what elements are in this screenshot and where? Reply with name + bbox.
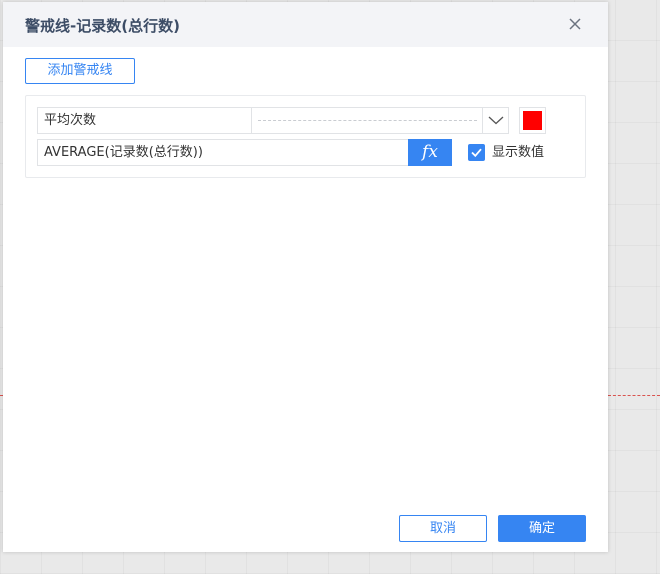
ok-button[interactable]: 确定: [498, 515, 586, 542]
warning-line-name-input[interactable]: 平均次数: [37, 107, 254, 134]
dialog-title: 警戒线-记录数(总行数): [25, 17, 180, 35]
checkmark-icon: [471, 148, 482, 158]
color-chip: [523, 111, 542, 130]
show-value-label[interactable]: 显示数值: [492, 144, 544, 161]
close-icon: [569, 18, 581, 30]
dialog-header: 警戒线-记录数(总行数): [3, 2, 608, 47]
chevron-down-icon: [488, 116, 504, 125]
line-color-picker[interactable]: [519, 107, 546, 134]
close-button[interactable]: [565, 14, 585, 34]
cancel-button[interactable]: 取消: [399, 515, 487, 542]
add-warning-line-button[interactable]: 添加警戒线: [25, 58, 135, 84]
background-warning-line: [608, 395, 660, 396]
line-style-dropdown-toggle[interactable]: [482, 107, 509, 134]
line-style-select[interactable]: [251, 107, 484, 134]
formula-editor-button[interactable]: fx: [408, 139, 452, 166]
show-value-checkbox[interactable]: [468, 144, 485, 161]
formula-input[interactable]: AVERAGE(记录数(总行数)): [37, 139, 409, 166]
warning-line-item: 平均次数 AVERAGE(记录数(总行数)) fx 显示数值: [25, 95, 586, 178]
dashed-line-preview: [258, 120, 477, 121]
warning-line-dialog: 警戒线-记录数(总行数) 添加警戒线 平均次数 AVERAGE(记录数(总行数)…: [3, 2, 608, 552]
